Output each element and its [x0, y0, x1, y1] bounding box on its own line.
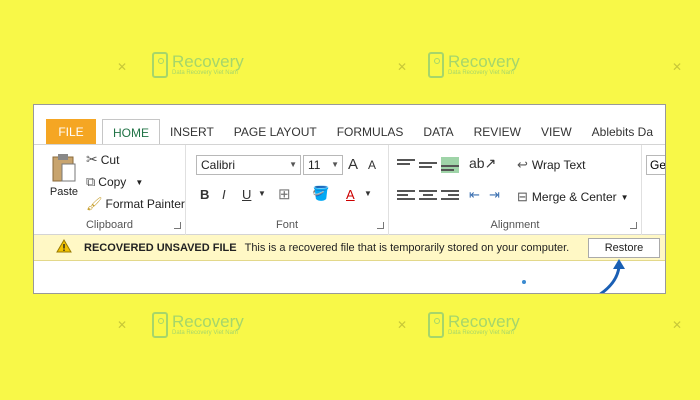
key-icon: [428, 312, 444, 338]
wrap-text-icon: ↩: [517, 157, 528, 172]
font-family-select[interactable]: Calibri ▼: [196, 155, 301, 175]
tab-page-layout[interactable]: PAGE LAYOUT: [224, 119, 327, 145]
dialog-launcher-icon[interactable]: [630, 222, 637, 229]
copy-button[interactable]: ⧉ Copy ▼: [86, 174, 143, 190]
paste-button[interactable]: Paste: [44, 153, 84, 209]
chevron-down-icon: ▼: [258, 189, 266, 198]
watermark-logo: Recovery Data Recovery Viet Nam: [428, 52, 520, 78]
increase-indent-icon[interactable]: ⇥: [489, 187, 500, 203]
decrease-indent-icon[interactable]: ⇤: [469, 187, 480, 203]
top-align-icon[interactable]: [397, 157, 415, 173]
merge-center-label: Merge & Center: [531, 190, 617, 204]
cross-mark-icon: ✕: [672, 60, 683, 74]
message-text: This is a recovered file that is tempora…: [244, 241, 570, 254]
clipboard-group: Paste ✂ Cut ⧉ Copy ▼ 🖌 Format Painter Cl…: [34, 145, 186, 235]
chevron-down-icon: ▼: [289, 160, 297, 169]
bottom-align-icon[interactable]: [441, 157, 459, 173]
fill-color-icon[interactable]: 🪣: [312, 185, 329, 202]
watermark-logo: Recovery Data Recovery Viet Nam: [152, 52, 244, 78]
cross-mark-icon: ✕: [397, 60, 408, 74]
bold-button[interactable]: B: [200, 187, 209, 202]
tab-review[interactable]: REVIEW: [464, 119, 531, 145]
clipboard-group-label: Clipboard: [85, 219, 134, 231]
copy-icon: ⧉: [86, 174, 96, 189]
tab-home[interactable]: HOME: [102, 119, 160, 145]
message-title: RECOVERED UNSAVED FILE: [84, 241, 237, 254]
recovered-file-message-bar: RECOVERED UNSAVED FILE This is a recover…: [34, 235, 665, 261]
key-icon: [152, 52, 168, 78]
tab-file[interactable]: FILE: [46, 119, 96, 145]
tab-view[interactable]: VIEW: [531, 119, 582, 145]
cross-mark-icon: ✕: [672, 318, 683, 332]
underline-button[interactable]: U: [242, 187, 251, 202]
format-painter-button[interactable]: 🖌 Format Painter: [86, 196, 185, 212]
chevron-down-icon: ▼: [331, 160, 339, 169]
align-left-icon[interactable]: [397, 188, 415, 204]
wrap-text-label: Wrap Text: [531, 158, 586, 172]
pointer-arrow-icon: [599, 259, 625, 293]
tab-ablebits[interactable]: Ablebits Da: [582, 119, 663, 145]
cross-mark-icon: ✕: [117, 60, 128, 74]
paste-label: Paste: [49, 186, 79, 198]
watermark-logo: Recovery Data Recovery Viet Nam: [428, 312, 520, 338]
alignment-group: ab↗ ↩ Wrap Text ⇤ ⇥ ⊟ Merge & Center ▼ A…: [389, 145, 642, 235]
alignment-group-label: Alignment: [490, 219, 540, 231]
home-ribbon: Paste ✂ Cut ⧉ Copy ▼ 🖌 Format Painter Cl…: [34, 145, 665, 235]
tab-formulas[interactable]: FORMULAS: [327, 119, 414, 145]
ribbon-tabs: FILE HOME INSERT PAGE LAYOUT FORMULAS DA…: [34, 119, 665, 145]
align-center-icon[interactable]: [419, 188, 437, 204]
chevron-down-icon: ▼: [135, 177, 144, 187]
decorative-dot: [522, 280, 526, 284]
borders-icon[interactable]: ⊞: [278, 185, 291, 203]
font-size-select[interactable]: 11 ▼: [303, 155, 343, 175]
font-color-button[interactable]: A: [346, 187, 355, 202]
wrap-text-button[interactable]: ↩ Wrap Text: [517, 157, 585, 173]
number-format-select[interactable]: Ge: [646, 155, 665, 175]
key-icon: [152, 312, 168, 338]
key-icon: [428, 52, 444, 78]
tab-insert[interactable]: INSERT: [160, 119, 224, 145]
copy-label: Copy: [98, 175, 127, 189]
scissors-icon: ✂: [86, 151, 98, 167]
font-group: Calibri ▼ 11 ▼ A A B I U ▼ ⊞ 🪣 A ▼ Font: [186, 145, 389, 235]
watermark-logo: Recovery Data Recovery Viet Nam: [152, 312, 244, 338]
shrink-font-button[interactable]: A: [368, 158, 376, 172]
grow-font-button[interactable]: A: [348, 156, 358, 173]
font-size-value: 11: [308, 158, 321, 172]
tab-data[interactable]: DATA: [413, 119, 463, 145]
cross-mark-icon: ✕: [397, 318, 408, 332]
orientation-icon[interactable]: ab↗: [469, 155, 496, 172]
chevron-down-icon: ▼: [364, 189, 372, 198]
dialog-launcher-icon[interactable]: [377, 222, 384, 229]
cross-mark-icon: ✕: [117, 318, 128, 332]
format-painter-label: Format Painter: [105, 197, 185, 211]
dialog-launcher-icon[interactable]: [174, 222, 181, 229]
font-family-value: Calibri: [201, 158, 236, 172]
cut-button[interactable]: ✂ Cut: [86, 151, 119, 168]
chevron-down-icon: ▼: [620, 192, 629, 202]
merge-center-button[interactable]: ⊟ Merge & Center ▼: [517, 189, 629, 205]
italic-button[interactable]: I: [222, 187, 226, 202]
merge-icon: ⊟: [517, 189, 528, 204]
align-right-icon[interactable]: [441, 188, 459, 204]
excel-window: FILE HOME INSERT PAGE LAYOUT FORMULAS DA…: [33, 104, 666, 294]
paintbrush-icon: 🖌: [86, 196, 103, 211]
warning-icon: [56, 239, 72, 256]
paste-icon: [52, 154, 76, 182]
cut-label: Cut: [100, 152, 120, 167]
font-group-label: Font: [275, 219, 298, 231]
middle-align-icon[interactable]: [419, 157, 437, 173]
